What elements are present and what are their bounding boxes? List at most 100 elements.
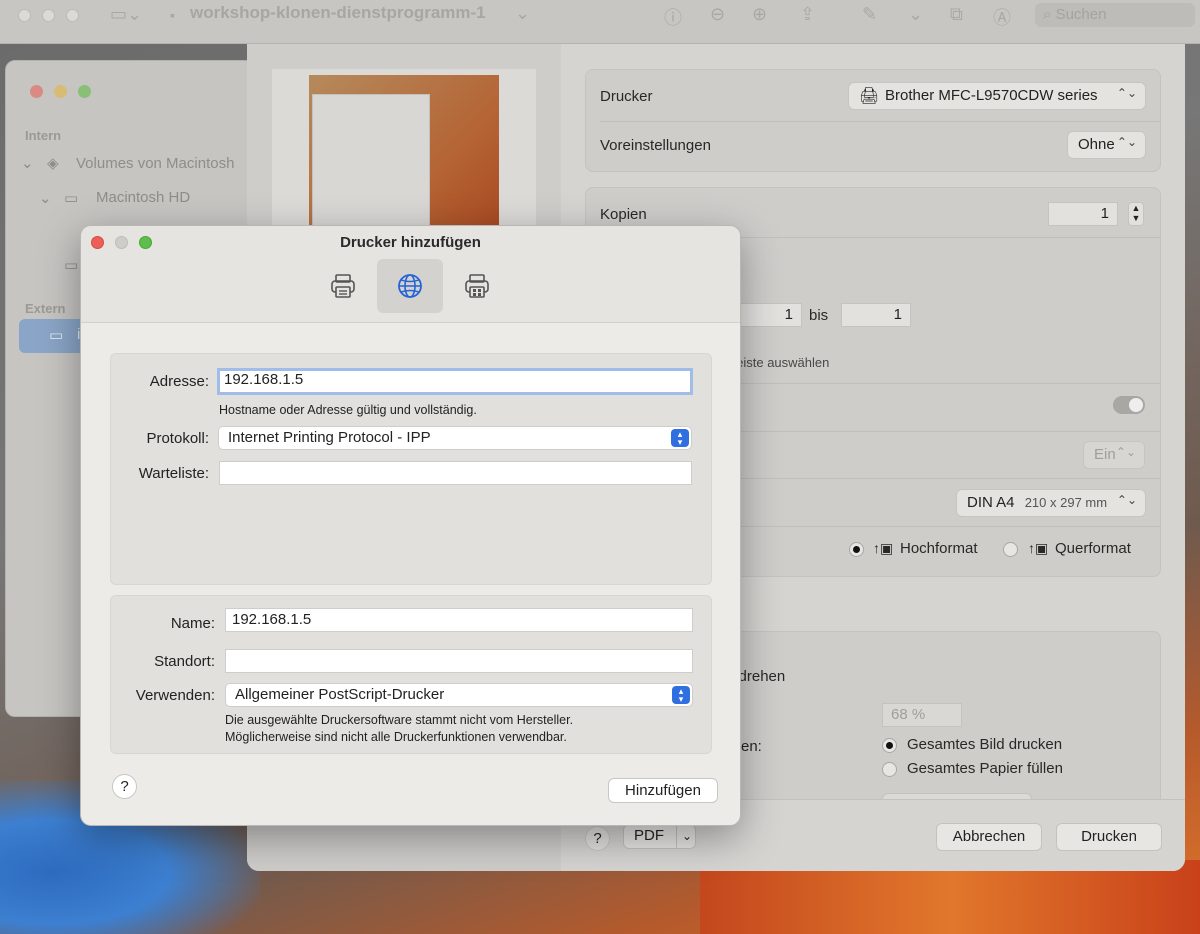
search-field[interactable]: ⌕ Suchen xyxy=(1035,3,1195,27)
protocol-value: Internet Printing Protocol - IPP xyxy=(228,429,431,446)
pdf-menu-button[interactable]: PDF ⌄ xyxy=(623,824,696,849)
paper-dims: 210 x 297 mm xyxy=(1024,495,1108,510)
portrait-radio[interactable] xyxy=(849,542,864,557)
info-icon[interactable]: ⓘ xyxy=(664,4,682,30)
share-icon[interactable]: ⇪ xyxy=(800,4,815,25)
dialog-header: Drucker hinzufügen xyxy=(81,226,740,323)
queue-input[interactable] xyxy=(219,461,692,485)
presets-popup[interactable]: Ohne ⌃⌄ xyxy=(1067,131,1146,159)
sidebar-item-macintosh-hd[interactable]: Macintosh HD xyxy=(96,189,190,206)
landscape-radio[interactable] xyxy=(1003,542,1018,557)
name-input[interactable]: 192.168.1.5 xyxy=(225,608,693,632)
print-button[interactable]: Drucken xyxy=(1056,823,1162,851)
rotate-icon[interactable]: ⧉ xyxy=(950,4,963,25)
zoom-in-icon[interactable]: ⊕ xyxy=(752,4,767,25)
toolbar-minimize-button[interactable] xyxy=(42,9,55,22)
section-extern: Extern xyxy=(25,301,66,316)
search-placeholder: Suchen xyxy=(1055,6,1107,23)
window-title: workshop-klonen-dienstprogramm-1 xyxy=(190,3,486,22)
cancel-button[interactable]: Abbrechen xyxy=(936,823,1042,851)
landscape-icon: ↑▣ xyxy=(1028,540,1049,556)
document-icon: ▪ xyxy=(170,7,175,23)
copies-label: Kopien xyxy=(600,206,647,223)
divider xyxy=(600,121,1160,122)
location-label: Standort: xyxy=(154,653,215,670)
queue-label: Warteliste: xyxy=(138,465,209,482)
search-icon: ⌕ xyxy=(1043,6,1052,23)
dialog-title: Drucker hinzufügen xyxy=(340,234,481,251)
use-label: Verwenden: xyxy=(135,687,215,704)
printer-label: Drucker xyxy=(600,88,653,105)
portrait-icon: ↑▣ xyxy=(873,540,894,556)
print-preview-page xyxy=(272,69,536,249)
address-hint: Hostname oder Adresse gültig und vollstä… xyxy=(219,403,477,417)
chevron-updown-icon: ⌃⌄ xyxy=(1116,86,1137,100)
portrait-label: Hochformat xyxy=(900,540,978,557)
pages-to-label: bis xyxy=(809,307,829,324)
printer-icon: 🖨 xyxy=(859,88,880,105)
address-panel: Adresse: 192.168.1.5 Hostname oder Adres… xyxy=(110,353,712,585)
volumes-disclosure-icon[interactable]: ⌄ xyxy=(21,154,34,172)
entire-image-label: Gesamtes Bild drucken xyxy=(907,736,1063,753)
tab-default-printer[interactable] xyxy=(310,259,376,313)
location-input[interactable] xyxy=(225,649,693,673)
du-zoom-button[interactable] xyxy=(78,85,91,98)
protocol-select[interactable]: Internet Printing Protocol - IPP ▴ ▾ xyxy=(218,426,692,450)
name-label: Name: xyxy=(170,615,215,632)
annotate-icon[interactable]: Ⓐ xyxy=(993,4,1011,30)
chevron-updown-icon: ⌃⌄ xyxy=(1116,493,1137,507)
copies-stepper[interactable]: ▲ ▼ xyxy=(1128,202,1144,226)
chevron-updown-icon: ⌃⌄ xyxy=(1116,135,1137,149)
add-printer-dialog: Drucker hinzufügen Adresse: 192.168.1.5 … xyxy=(80,225,741,826)
toolbar-close-button[interactable] xyxy=(18,9,31,22)
driver-value: Allgemeiner PostScript-Drucker xyxy=(235,686,445,703)
duplex-popup[interactable]: Ein ⌃⌄ xyxy=(1083,441,1145,469)
markup-icon[interactable]: ✎ xyxy=(862,4,877,25)
fill-paper-radio[interactable] xyxy=(882,762,897,777)
hd-disclosure-icon[interactable]: ⌄ xyxy=(39,189,52,207)
paper-size-value: DIN A4 xyxy=(967,494,1015,511)
layers-icon: ◈ xyxy=(47,155,59,172)
external-disk-icon: ▭ xyxy=(49,327,64,344)
copies-field[interactable]: 1 xyxy=(1048,202,1118,226)
zoom-out-icon[interactable]: ⊖ xyxy=(710,4,725,25)
address-label: Adresse: xyxy=(149,373,209,390)
wallpaper-orange-shape xyxy=(700,860,1200,934)
select-arrows-icon: ▴ ▾ xyxy=(672,686,690,704)
sidebar-hint: nleiste auswählen xyxy=(726,355,830,370)
paper-size-popup[interactable]: DIN A4 210 x 297 mm ⌃⌄ xyxy=(956,489,1146,517)
printer-group: Drucker 🖨 Brother MFC-L9570CDW series ⌃⌄… xyxy=(585,69,1161,172)
title-chevron-icon[interactable]: ⌄ xyxy=(515,3,530,24)
driver-select[interactable]: Allgemeiner PostScript-Drucker ▴ ▾ xyxy=(225,683,693,707)
disk-icon: ▭ xyxy=(64,190,79,207)
fill-paper-label: Gesamtes Papier füllen xyxy=(907,760,1063,777)
printer-value: Brother MFC-L9570CDW series xyxy=(885,87,1098,104)
pdf-label: PDF xyxy=(634,827,664,844)
du-close-button[interactable] xyxy=(30,85,43,98)
select-arrows-icon: ▴ ▾ xyxy=(671,429,689,447)
landscape-label: Querformat xyxy=(1055,540,1131,557)
add-button[interactable]: Hinzufügen xyxy=(608,778,718,803)
entire-image-radio[interactable] xyxy=(882,738,897,753)
pdf-chevron-icon: ⌄ xyxy=(676,825,692,848)
sidebar-toggle-icon[interactable]: ▭⌄ xyxy=(110,4,142,25)
pages-to-field[interactable]: 1 xyxy=(841,303,911,327)
option-toggle[interactable] xyxy=(1113,396,1145,414)
drive-icon: ▭ xyxy=(64,257,79,274)
toolbar-zoom-button[interactable] xyxy=(66,9,79,22)
print-help-button[interactable]: ? xyxy=(585,826,610,851)
markup-chevron-icon[interactable]: ⌄ xyxy=(908,4,923,25)
scale-field[interactable]: 68 % xyxy=(882,703,962,727)
printer-grid-icon xyxy=(465,274,489,298)
dialog-help-button[interactable]: ? xyxy=(112,774,137,799)
sidebar-item-volumes[interactable]: Volumes von Macintosh xyxy=(76,155,234,172)
app-toolbar: ▭⌄ ▪ workshop-klonen-dienstprogramm-1 ⌄ … xyxy=(0,0,1200,44)
address-input[interactable]: 192.168.1.5 xyxy=(217,368,693,395)
printer-popup[interactable]: 🖨 Brother MFC-L9570CDW series ⌃⌄ xyxy=(848,82,1146,110)
section-intern: Intern xyxy=(25,128,62,143)
du-minimize-button[interactable] xyxy=(54,85,67,98)
driver-hint-line1: Die ausgewählte Druckersoftware stammt n… xyxy=(225,713,574,727)
tab-windows-printer[interactable] xyxy=(444,259,510,313)
duplex-value: Ein xyxy=(1094,446,1116,463)
tab-ip-printer[interactable] xyxy=(377,259,443,313)
